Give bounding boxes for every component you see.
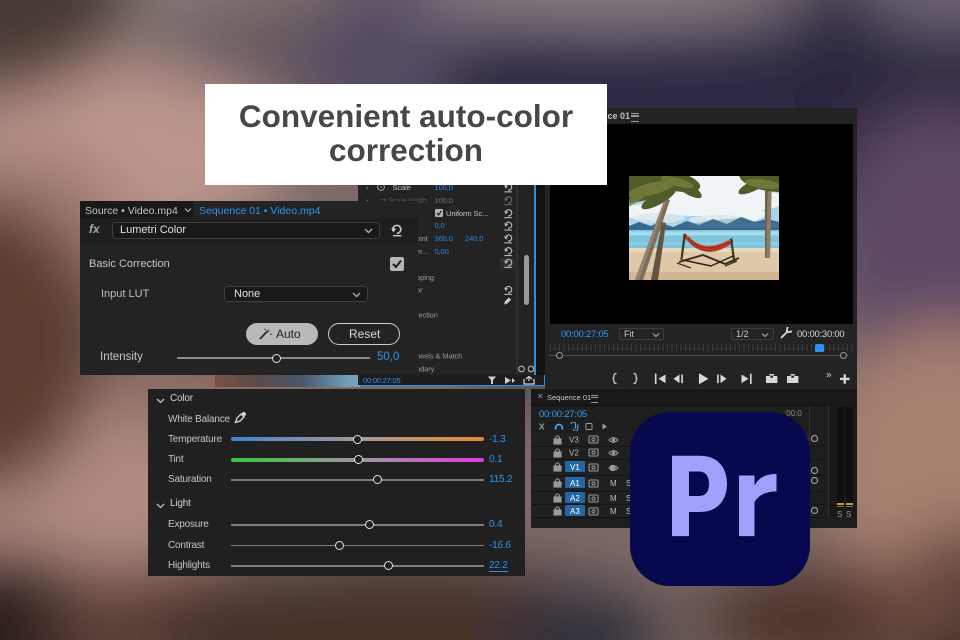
svg-text:M: M [610, 479, 617, 488]
svg-text:ndary: ndary [416, 365, 435, 374]
svg-text:0,0: 0,0 [435, 221, 445, 230]
svg-text:V3: V3 [569, 435, 579, 444]
svg-text:pping: pping [416, 273, 434, 282]
svg-text:A3: A3 [570, 507, 580, 516]
svg-text:»: » [826, 370, 832, 381]
svg-text:heels & Match: heels & Match [416, 352, 462, 361]
svg-text:M: M [610, 507, 617, 516]
svg-text:0,00: 0,00 [435, 247, 449, 256]
svg-text:240,0: 240,0 [465, 234, 483, 243]
svg-text:V1: V1 [570, 463, 580, 472]
svg-text:A2: A2 [570, 494, 580, 503]
svg-text:A1: A1 [570, 479, 580, 488]
svg-text:rection: rection [416, 311, 438, 320]
svg-text:100,0: 100,0 [435, 196, 453, 205]
svg-text:V2: V2 [569, 448, 579, 457]
svg-text:360,0: 360,0 [435, 234, 453, 243]
svg-text:Uniform Sc...: Uniform Sc... [446, 209, 488, 218]
svg-text:M: M [610, 494, 617, 503]
